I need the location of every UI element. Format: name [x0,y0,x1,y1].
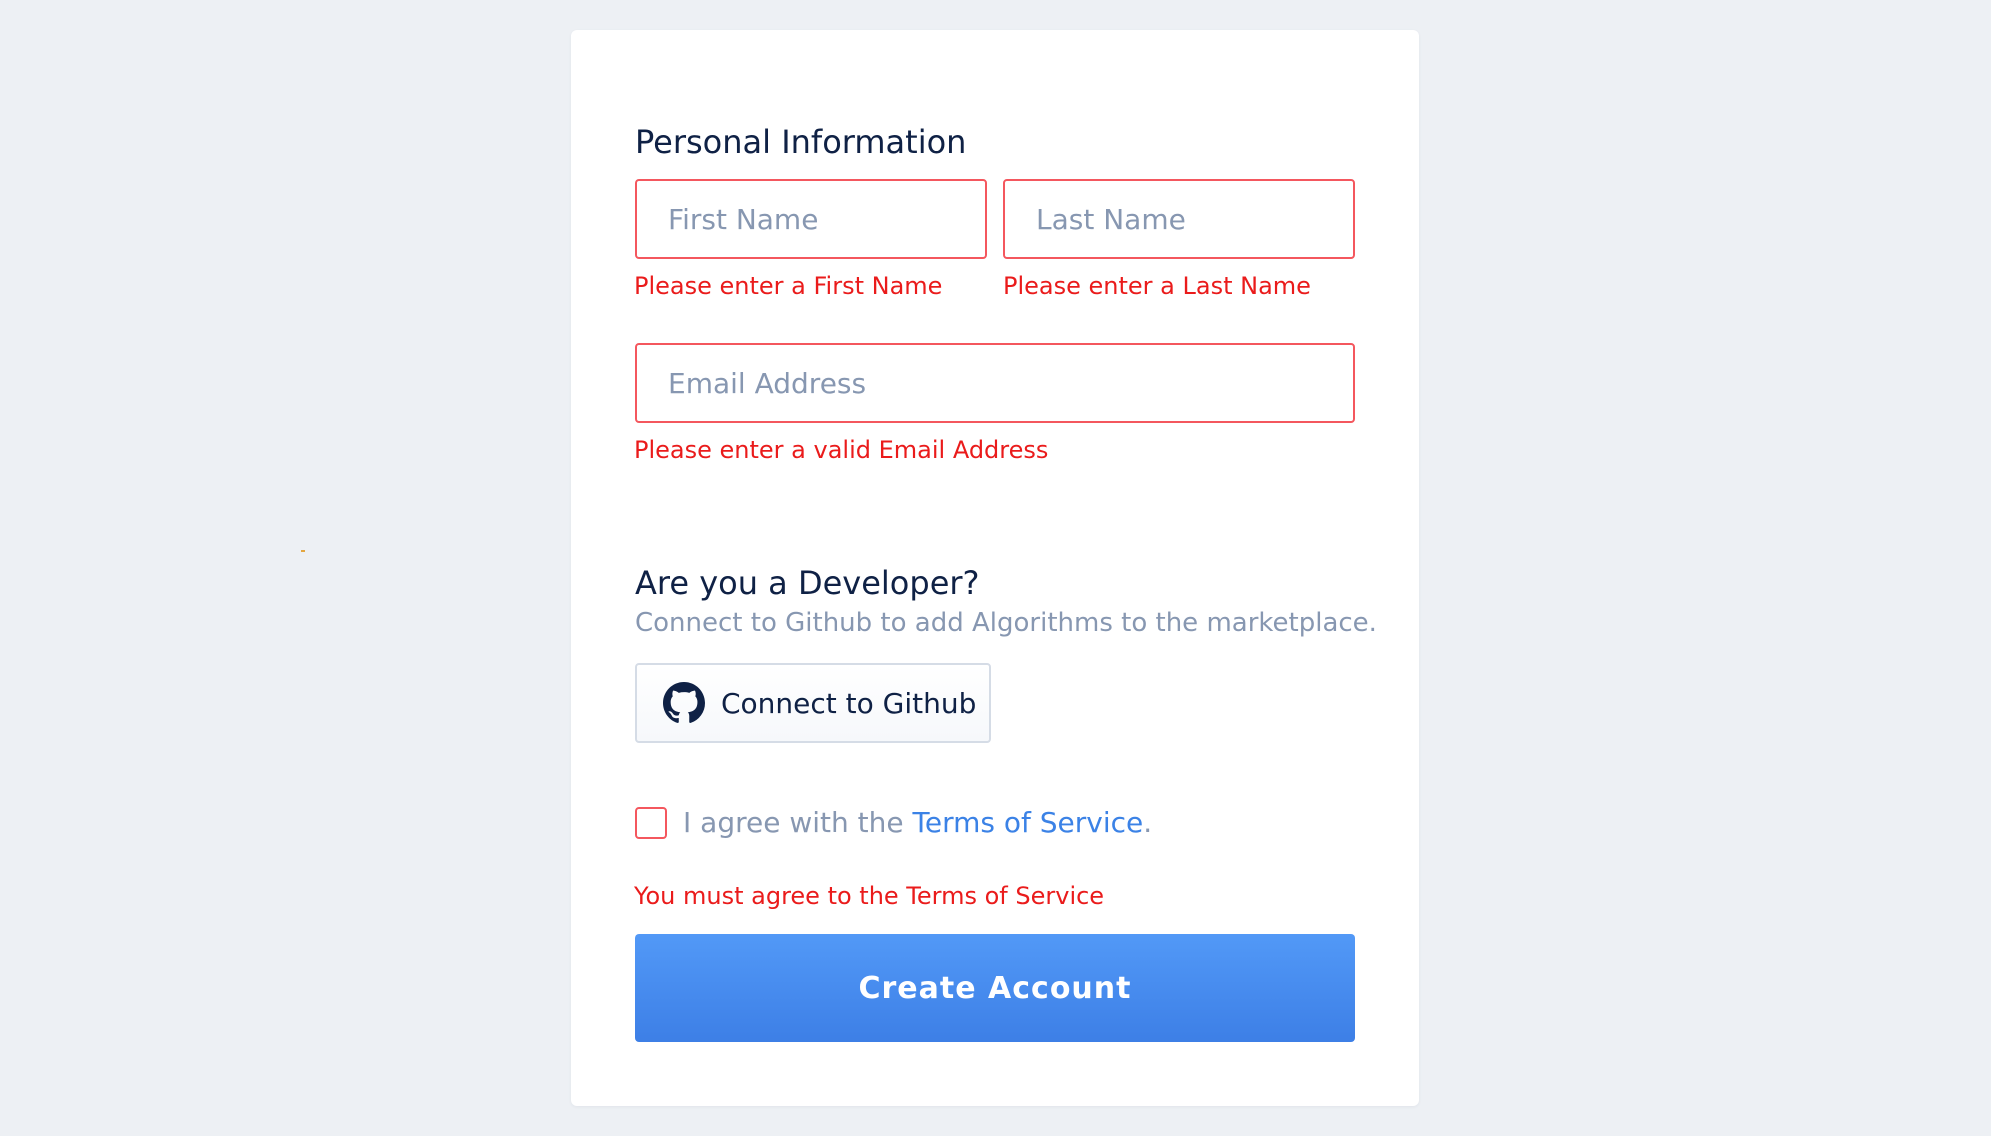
create-account-button[interactable]: Create Account [635,934,1355,1042]
first-name-input[interactable] [635,179,987,259]
personal-information-heading: Personal Information [635,123,967,161]
connect-github-label: Connect to Github [721,686,977,720]
developer-subtitle: Connect to Github to add Algorithms to t… [635,608,1377,638]
signup-card: Personal Information Please enter a Firs… [571,30,1419,1106]
last-name-error: Please enter a Last Name [1003,272,1311,300]
email-address-error: Please enter a valid Email Address [634,436,1049,464]
terms-of-service-link[interactable]: Terms of Service [913,806,1144,839]
first-name-error: Please enter a First Name [634,272,943,300]
background-speck [301,550,305,552]
last-name-input[interactable] [1003,179,1355,259]
github-icon [663,682,705,724]
terms-agreement: I agree with the Terms of Service. [683,804,1152,842]
developer-heading: Are you a Developer? [635,564,980,602]
terms-error: You must agree to the Terms of Service [634,882,1105,910]
terms-checkbox[interactable] [635,807,667,839]
terms-suffix: . [1143,806,1153,839]
connect-github-button[interactable]: Connect to Github [635,663,991,743]
terms-prefix: I agree with the [683,806,913,839]
email-address-input[interactable] [635,343,1355,423]
